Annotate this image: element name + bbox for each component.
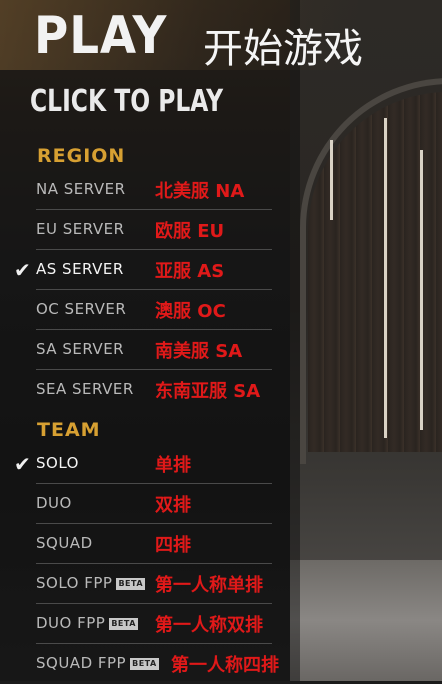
team-option-label: DUO (36, 494, 72, 512)
region-heading: REGION (37, 145, 126, 167)
click-to-play-button[interactable]: CLICK TO PLAY (30, 84, 223, 119)
team-option-cn-annotation: 四排 (155, 535, 191, 556)
team-heading: TEAM (37, 419, 101, 441)
region-option-label: AS SERVER (36, 260, 124, 278)
team-option-cn-annotation: 单排 (155, 455, 191, 476)
region-option-cn-annotation: 亚服 AS (155, 261, 225, 282)
team-option-text: DUO (36, 494, 72, 512)
team-option-cn-annotation: 双排 (155, 495, 191, 516)
region-option-label: OC SERVER (36, 300, 126, 318)
team-option-label: SOLO (36, 454, 79, 472)
region-option-label: SEA SERVER (36, 380, 134, 398)
region-option-label: SA SERVER (36, 340, 124, 358)
page-title: PLAY (34, 6, 168, 66)
beta-badge: BETA (109, 617, 138, 630)
team-option-text: SQUAD FPP (36, 654, 127, 672)
team-option-cn-annotation: 第一人称单排 (155, 575, 263, 596)
team-option-label: SQUAD (36, 534, 93, 552)
team-option-solo[interactable]: ✔ SOLO 单排 (14, 444, 272, 484)
light-crack (384, 118, 387, 438)
team-option-squad-fpp[interactable]: SQUAD FPP BETA 第一人称四排 (14, 644, 279, 684)
team-option-text: DUO FPP (36, 614, 106, 632)
beta-badge: BETA (116, 577, 146, 590)
region-option-text: SA SERVER (36, 340, 125, 358)
light-crack (420, 150, 423, 430)
region-option-sa-server[interactable]: SA SERVER 南美服 SA (14, 330, 272, 370)
region-option-text: EU SERVER (36, 220, 125, 238)
team-option-label: SQUAD FPP BETA (36, 654, 159, 672)
region-option-na-server[interactable]: NA SERVER 北美服 NA (14, 170, 272, 210)
region-option-cn-annotation: 欧服 EU (155, 221, 225, 242)
region-option-cn-annotation: 澳服 OC (155, 301, 226, 322)
region-option-as-server[interactable]: ✔ AS SERVER 亚服 AS (14, 250, 272, 290)
region-option-cn-annotation: 南美服 SA (155, 341, 243, 362)
region-option-text: SEA SERVER (36, 380, 134, 398)
team-option-duo-fpp[interactable]: DUO FPP BETA 第一人称双排 (14, 604, 272, 644)
checkmark-icon: ✔ (14, 452, 31, 476)
region-option-text: NA SERVER (36, 180, 126, 198)
region-option-sea-server[interactable]: SEA SERVER 东南亚服 SA (14, 370, 272, 410)
region-option-text: OC SERVER (36, 300, 127, 318)
beta-badge: BETA (130, 657, 159, 670)
team-option-cn-annotation: 第一人称双排 (155, 615, 263, 636)
checkmark-icon: ✔ (14, 258, 31, 282)
team-option-text: SOLO FPP (36, 574, 113, 592)
region-option-cn-annotation: 东南亚服 SA (155, 381, 261, 402)
light-crack (330, 140, 333, 220)
region-option-label: EU SERVER (36, 220, 125, 238)
team-option-text: SOLO (36, 454, 79, 472)
team-option-duo[interactable]: DUO 双排 (14, 484, 272, 524)
region-option-oc-server[interactable]: OC SERVER 澳服 OC (14, 290, 272, 330)
team-option-text: SQUAD (36, 534, 93, 552)
team-option-squad[interactable]: SQUAD 四排 (14, 524, 272, 564)
team-option-label: DUO FPP BETA (36, 614, 138, 632)
team-option-solo-fpp[interactable]: SOLO FPP BETA 第一人称单排 (14, 564, 272, 604)
region-option-eu-server[interactable]: EU SERVER 欧服 EU (14, 210, 272, 250)
region-option-cn-annotation: 北美服 NA (155, 181, 245, 202)
ground-rubble (290, 560, 442, 681)
region-option-label: NA SERVER (36, 180, 126, 198)
team-option-cn-annotation: 第一人称四排 (171, 655, 279, 676)
team-option-label: SOLO FPP BETA (36, 574, 146, 592)
page-title-cn: 开始游戏 (203, 26, 363, 72)
region-option-text: AS SERVER (36, 260, 124, 278)
